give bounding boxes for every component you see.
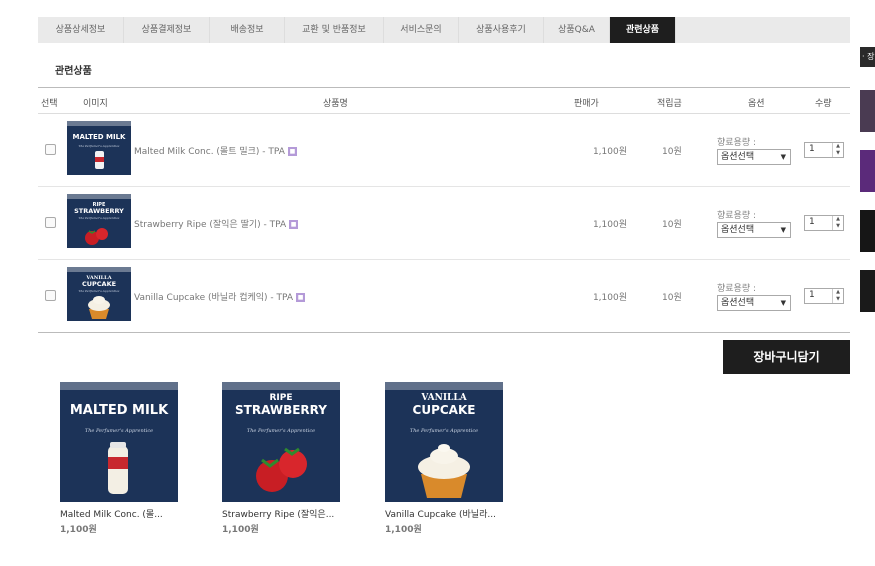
product-image[interactable]: MALTED MILK The Perfumer's Apprentice [60, 382, 178, 502]
table-row: MALTED MILK The Perfumer's Apprentice Ma… [38, 114, 850, 187]
tab-shipping-info[interactable]: 배송정보 [210, 17, 285, 43]
tab-product-detail[interactable]: 상품상세정보 [38, 17, 124, 43]
option-label: 향료용량 : [717, 138, 757, 148]
product-card[interactable]: MALTED MILK The Perfumer's Apprentice Ma… [60, 382, 180, 535]
product-price: 1,100원 [592, 147, 627, 157]
tab-reviews[interactable]: 상품사용후기 [459, 17, 544, 43]
header-qty: 수량 [815, 99, 832, 109]
card-product-price: 1,100원 [385, 525, 422, 535]
card-product-name[interactable]: Malted Milk Conc. (몰... [60, 507, 178, 519]
thumb-subtitle-text: CUPCAKE [82, 280, 116, 288]
option-select[interactable]: 옵션선택 ▼ [717, 222, 791, 238]
dropdown-arrow-icon: ▼ [780, 153, 786, 161]
new-mark-icon: ■ [289, 220, 299, 229]
tab-bar: 상품상세정보 상품결제정보 배송정보 교환 및 반품정보 서비스문의 상품사용후… [38, 17, 850, 43]
card-title-text: RIPE [269, 393, 292, 403]
card-product-price: 1,100원 [222, 525, 259, 535]
qty-up-icon[interactable]: ▲ [833, 216, 843, 223]
thumb-subtitle-text: STRAWBERRY [74, 207, 124, 215]
thumb-tagline-text: The Perfumer's Apprentice [79, 216, 120, 220]
card-product-name[interactable]: Vanilla Cupcake (바닐라... [385, 507, 503, 519]
header-points: 적립금 [657, 99, 682, 109]
option-label: 향료용량 : [717, 284, 757, 294]
side-thumbnail[interactable] [860, 150, 875, 192]
product-thumbnail[interactable]: VANILLA CUPCAKE The Perfumer's Apprentic… [67, 267, 131, 321]
new-mark-icon: ■ [287, 147, 297, 156]
header-name: 상품명 [323, 99, 348, 109]
qty-down-icon[interactable]: ▼ [833, 150, 843, 157]
product-name[interactable]: Strawberry Ripe (잘익은 딸기) - TPA [134, 220, 286, 230]
product-name-link[interactable]: Strawberry Ripe (잘익은 딸기) - TPA ■ [134, 217, 299, 230]
option-select[interactable]: 옵션선택 ▼ [717, 149, 791, 165]
option-select-value: 옵션선택 [721, 152, 755, 162]
select-checkbox[interactable] [45, 290, 56, 301]
quantity-stepper[interactable]: 1 ▲ ▼ [804, 288, 844, 304]
related-products-table: 선택 이미지 상품명 판매가 적립금 옵션 수량 MALTED MILK The… [38, 87, 850, 333]
dropdown-arrow-icon: ▼ [780, 226, 786, 234]
thumb-tagline-text: The Perfumer's Apprentice [79, 144, 120, 148]
thumb-title-text: MALTED MILK [73, 133, 127, 141]
card-title-text: MALTED MILK [70, 403, 169, 418]
side-thumbnail[interactable] [860, 270, 875, 312]
select-checkbox[interactable] [45, 217, 56, 228]
select-checkbox[interactable] [45, 144, 56, 155]
card-tagline-text: The Perfumer's Apprentice [247, 428, 315, 434]
product-points: 10원 [662, 293, 682, 303]
card-product-name[interactable]: Strawberry Ripe (잘익은... [222, 507, 340, 519]
section-title: 관련상품 [55, 66, 92, 77]
side-thumbnail[interactable] [860, 210, 875, 252]
new-mark-icon: ■ [296, 293, 306, 302]
dropdown-arrow-icon: ▼ [780, 299, 786, 307]
qty-up-icon[interactable]: ▲ [833, 289, 843, 296]
card-title-text: VANILLA [420, 393, 467, 403]
tab-exchange-return[interactable]: 교환 및 반품정보 [285, 17, 384, 43]
side-panel-header[interactable]: · 장 [860, 47, 875, 67]
tab-qna[interactable]: 상품Q&A [544, 17, 610, 43]
product-image[interactable]: VANILLA CUPCAKE The Perfumer's Apprentic… [385, 382, 503, 502]
product-price: 1,100원 [592, 293, 627, 303]
header-select: 선택 [41, 99, 58, 109]
card-product-price: 1,100원 [60, 525, 97, 535]
product-name-link[interactable]: Vanilla Cupcake (바닐라 컵케익) - TPA ■ [134, 290, 306, 303]
product-thumbnail[interactable]: RIPE STRAWBERRY The Perfumer's Apprentic… [67, 194, 131, 248]
product-points: 10원 [662, 220, 682, 230]
quantity-value[interactable]: 1 [809, 217, 815, 227]
add-to-cart-button[interactable]: 장바구니담기 [723, 340, 850, 374]
quantity-value[interactable]: 1 [809, 144, 815, 154]
quantity-stepper[interactable]: 1 ▲ ▼ [804, 142, 844, 158]
header-image: 이미지 [83, 99, 108, 109]
tab-service-inquiry[interactable]: 서비스문의 [384, 17, 459, 43]
product-name[interactable]: Malted Milk Conc. (몰트 밀크) - TPA [134, 147, 285, 157]
product-points: 10원 [662, 147, 682, 157]
table-row: VANILLA CUPCAKE The Perfumer's Apprentic… [38, 260, 850, 333]
card-subtitle-text: STRAWBERRY [235, 403, 327, 417]
product-name-link[interactable]: Malted Milk Conc. (몰트 밀크) - TPA ■ [134, 144, 297, 157]
product-thumbnail[interactable]: MALTED MILK The Perfumer's Apprentice [67, 121, 131, 175]
quantity-value[interactable]: 1 [809, 290, 815, 300]
quantity-stepper[interactable]: 1 ▲ ▼ [804, 215, 844, 231]
option-label: 향료용량 : [717, 211, 757, 221]
option-select-value: 옵션선택 [721, 298, 755, 308]
qty-down-icon[interactable]: ▼ [833, 223, 843, 230]
header-option: 옵션 [748, 99, 765, 109]
tab-related-products[interactable]: 관련상품 [610, 17, 676, 43]
qty-down-icon[interactable]: ▼ [833, 296, 843, 303]
product-price: 1,100원 [592, 220, 627, 230]
table-row: RIPE STRAWBERRY The Perfumer's Apprentic… [38, 187, 850, 260]
side-thumbnail[interactable] [860, 90, 875, 132]
card-tagline-text: The Perfumer's Apprentice [410, 428, 478, 434]
product-image[interactable]: RIPE STRAWBERRY The Perfumer's Apprentic… [222, 382, 340, 502]
header-price: 판매가 [574, 99, 599, 109]
thumb-tagline-text: The Perfumer's Apprentice [79, 289, 120, 293]
table-header: 선택 이미지 상품명 판매가 적립금 옵션 수량 [38, 87, 850, 114]
product-card[interactable]: RIPE STRAWBERRY The Perfumer's Apprentic… [222, 382, 342, 535]
option-select[interactable]: 옵션선택 ▼ [717, 295, 791, 311]
product-name[interactable]: Vanilla Cupcake (바닐라 컵케익) - TPA [134, 293, 293, 303]
card-subtitle-text: CUPCAKE [413, 403, 476, 417]
option-select-value: 옵션선택 [721, 225, 755, 235]
product-card[interactable]: VANILLA CUPCAKE The Perfumer's Apprentic… [385, 382, 505, 535]
qty-up-icon[interactable]: ▲ [833, 143, 843, 150]
card-tagline-text: The Perfumer's Apprentice [85, 428, 153, 434]
tab-payment-info[interactable]: 상품결제정보 [124, 17, 210, 43]
